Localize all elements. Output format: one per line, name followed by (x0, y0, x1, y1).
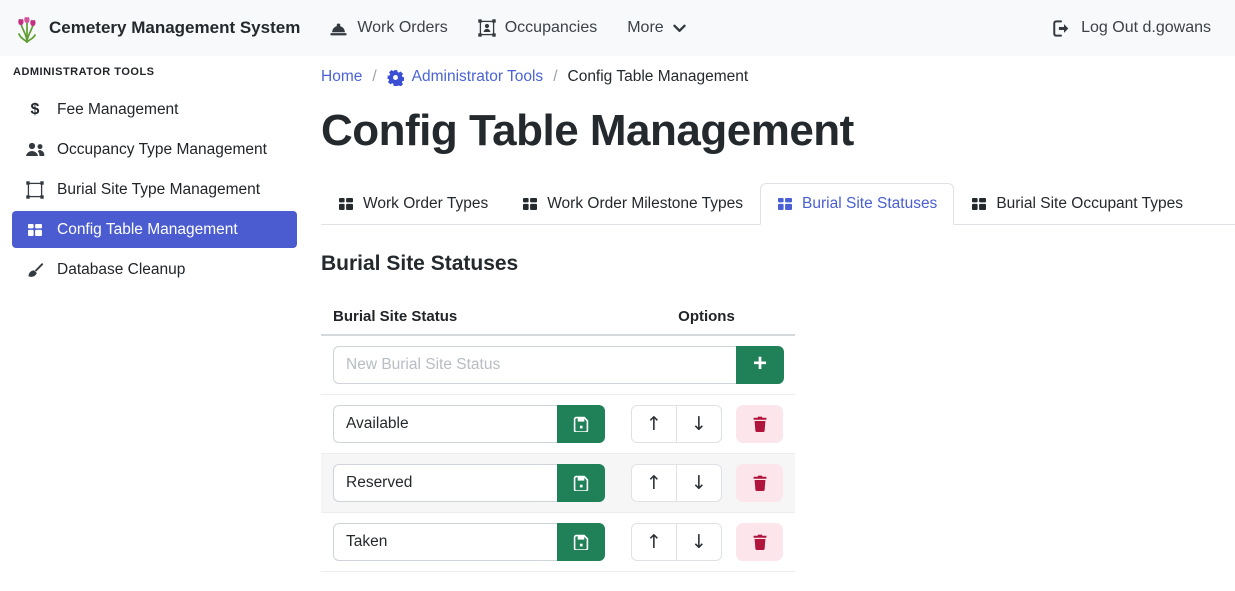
breadcrumb-separator: / (372, 65, 376, 89)
delete-status-button[interactable] (736, 405, 783, 443)
trash-icon (753, 475, 767, 491)
move-down-button[interactable]: ↓ (676, 405, 722, 443)
tab-work-order-milestone-types[interactable]: Work Order Milestone Types (505, 183, 760, 225)
tab-label: Burial Site Statuses (802, 195, 937, 213)
navbar-menu: Work Orders Occupancies More (314, 9, 700, 47)
tab-work-order-types[interactable]: Work Order Types (321, 183, 505, 225)
tab-burial-site-statuses[interactable]: Burial Site Statuses (760, 183, 954, 225)
users-icon (24, 142, 46, 157)
delete-status-button[interactable] (736, 464, 783, 502)
sidebar-item-label: Burial Site Type Management (57, 181, 260, 199)
arrow-down-icon: ↓ (691, 531, 707, 553)
table-icon (777, 196, 793, 212)
nav-item-label: More (627, 19, 663, 37)
trash-icon (753, 534, 767, 550)
add-status-button[interactable]: + (736, 346, 784, 384)
page-title: Config Table Management (321, 102, 1235, 159)
tab-burial-site-occupant-types[interactable]: Burial Site Occupant Types (954, 183, 1200, 225)
sidebar-item-label: Fee Management (57, 101, 179, 119)
plot-frame-icon (24, 181, 46, 199)
arrow-up-icon: ↑ (646, 472, 662, 494)
tab-label: Burial Site Occupant Types (996, 195, 1183, 213)
move-up-button[interactable]: ↑ (631, 523, 677, 561)
new-status-row: + (321, 336, 795, 395)
occupancy-frame-icon (478, 19, 496, 37)
status-name-input[interactable] (333, 464, 557, 502)
nav-item-label: Occupancies (505, 19, 598, 37)
sidebar-item-burial-site-type-management[interactable]: Burial Site Type Management (12, 171, 297, 208)
table-header-row: Burial Site Status Options (321, 300, 795, 336)
breadcrumb-label: Administrator Tools (412, 65, 544, 89)
breadcrumb-administrator-tools-link[interactable]: Administrator Tools (387, 65, 544, 89)
section-title: Burial Site Statuses (321, 252, 1235, 276)
table-icon (522, 196, 538, 212)
move-up-button[interactable]: ↑ (631, 405, 677, 443)
tab-label: Work Order Types (363, 195, 488, 213)
status-name-input[interactable] (333, 523, 557, 561)
column-header-status: Burial Site Status (333, 308, 630, 325)
delete-status-button[interactable] (736, 523, 783, 561)
save-status-button[interactable] (557, 523, 605, 561)
breadcrumb-label: Home (321, 65, 362, 89)
move-down-button[interactable]: ↓ (676, 523, 722, 561)
status-row-available: ↑ ↓ (321, 395, 795, 454)
save-icon (573, 416, 589, 432)
status-name-input[interactable] (333, 405, 557, 443)
logout-icon (1053, 20, 1072, 37)
sidebar-item-database-cleanup[interactable]: Database Cleanup (12, 251, 297, 288)
sidebar-item-config-table-management[interactable]: Config Table Management (12, 211, 297, 248)
broom-icon (24, 261, 46, 279)
reorder-button-group: ↑ ↓ (631, 523, 722, 561)
sidebar-item-label: Database Cleanup (57, 261, 185, 279)
logout-label: Log Out d.gowans (1081, 19, 1211, 37)
tab-bar: Work Order Types Work Order Milestone Ty… (321, 183, 1235, 225)
arrow-down-icon: ↓ (691, 472, 707, 494)
move-up-button[interactable]: ↑ (631, 464, 677, 502)
arrow-up-icon: ↑ (646, 413, 662, 435)
column-header-options: Options (630, 308, 783, 325)
sidebar-heading: ADMINISTRATOR TOOLS (0, 64, 309, 91)
sidebar-item-label: Occupancy Type Management (57, 141, 267, 159)
hard-hat-icon (329, 20, 348, 37)
app-brand[interactable]: Cemetery Management System (14, 13, 300, 43)
save-icon (573, 475, 589, 491)
burial-site-status-table: Burial Site Status Options + (321, 300, 795, 572)
breadcrumb-current: Config Table Management (568, 65, 749, 89)
table-icon (24, 222, 46, 238)
tab-label: Work Order Milestone Types (547, 195, 743, 213)
sidebar-item-fee-management[interactable]: $ Fee Management (12, 91, 297, 128)
breadcrumb-separator: / (553, 65, 557, 89)
move-down-button[interactable]: ↓ (676, 464, 722, 502)
nav-item-occupancies[interactable]: Occupancies (463, 9, 613, 47)
dollar-icon: $ (24, 101, 46, 119)
sidebar-item-label: Config Table Management (57, 221, 238, 239)
trash-icon (753, 416, 767, 432)
sidebar: ADMINISTRATOR TOOLS $ Fee Management Occ… (0, 56, 309, 591)
nav-item-more[interactable]: More (612, 9, 700, 47)
save-status-button[interactable] (557, 405, 605, 443)
table-icon (338, 196, 354, 212)
chevron-down-icon (673, 24, 686, 33)
app-title: Cemetery Management System (49, 18, 300, 38)
logout-button[interactable]: Log Out d.gowans (1053, 19, 1211, 37)
reorder-button-group: ↑ ↓ (631, 405, 722, 443)
reorder-button-group: ↑ ↓ (631, 464, 722, 502)
arrow-down-icon: ↓ (691, 413, 707, 435)
gear-icon (387, 69, 404, 86)
table-icon (971, 196, 987, 212)
arrow-up-icon: ↑ (646, 531, 662, 553)
plus-icon: + (753, 352, 767, 376)
save-icon (573, 534, 589, 550)
status-row-taken: ↑ ↓ (321, 513, 795, 572)
tulips-logo-icon (14, 13, 40, 43)
nav-item-work-orders[interactable]: Work Orders (314, 9, 462, 47)
new-status-input[interactable] (333, 346, 736, 384)
status-row-reserved: ↑ ↓ (321, 454, 795, 513)
save-status-button[interactable] (557, 464, 605, 502)
top-navbar: Cemetery Management System Work Orders (0, 0, 1235, 56)
sidebar-item-occupancy-type-management[interactable]: Occupancy Type Management (12, 131, 297, 168)
nav-item-label: Work Orders (357, 19, 447, 37)
breadcrumb: Home / Administrator Tools / Config Tabl… (321, 65, 1235, 89)
breadcrumb-home-link[interactable]: Home (321, 65, 362, 89)
